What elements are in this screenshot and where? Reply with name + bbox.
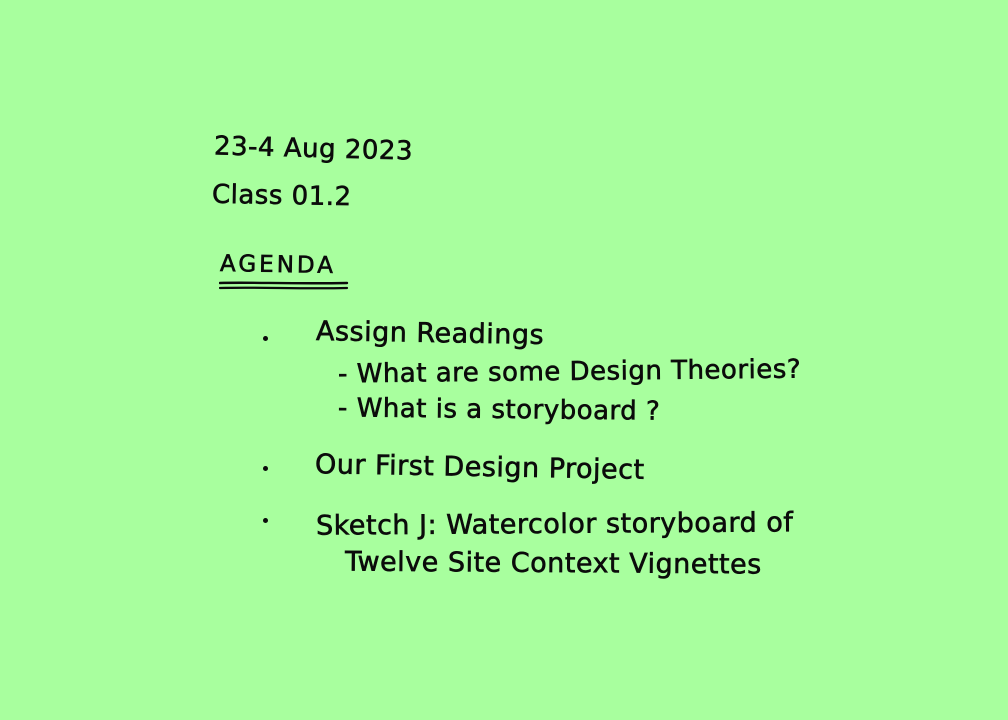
agenda-item-3-line-2: Twelve Site Context Vignettes [344,546,763,581]
agenda-subitem-1: - What are some Design Theories? [337,354,802,390]
bullet-point-1 [263,336,268,341]
note-date: 23-4 Aug 2023 [213,131,414,167]
handwritten-note: 23-4 Aug 2023 Class 01.2 AGENDA Assign R… [0,0,1008,720]
note-class: Class 01.2 [211,179,352,213]
bullet-point-2 [263,466,268,471]
agenda-subitem-2: - What is a storyboard ? [337,393,661,427]
agenda-heading: AGENDA [219,250,337,280]
agenda-item-3-line-1: Sketch J: Watercolor storyboard of [315,507,794,542]
agenda-double-underline [219,281,349,290]
bullet-point-3 [263,518,268,523]
agenda-item-1: Assign Readings [315,316,545,352]
agenda-item-2: Our First Design Project [314,449,645,486]
